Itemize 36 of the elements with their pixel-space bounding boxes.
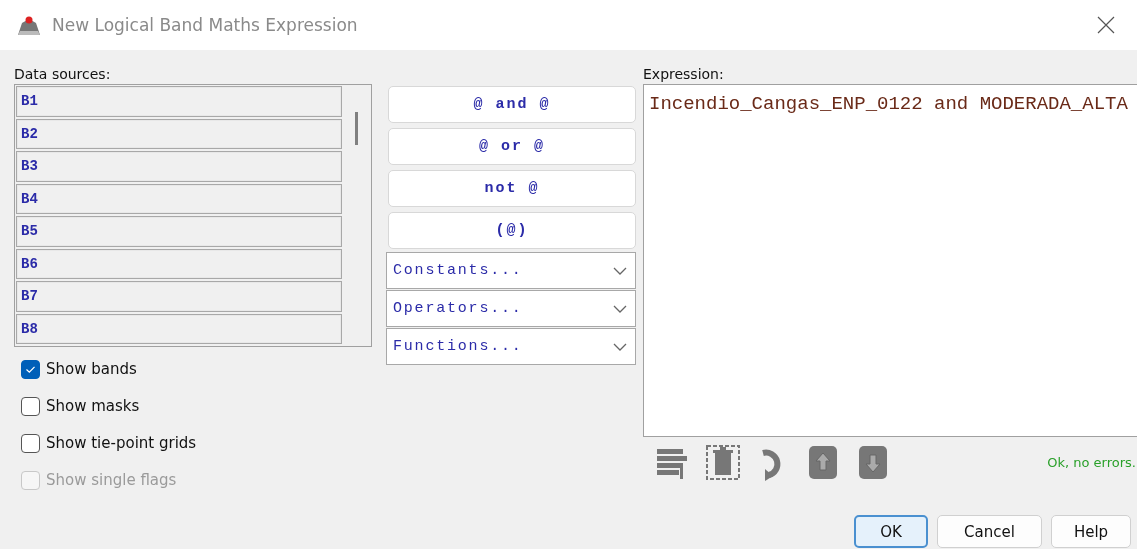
data-sources-label: Data sources: [14, 65, 112, 84]
trash-icon[interactable] [705, 443, 741, 481]
dialog-button[interactable]: Cancel [937, 515, 1042, 548]
band-item[interactable]: B8 [16, 313, 342, 344]
chevron-down-icon [613, 342, 627, 351]
band-item[interactable]: B1 [16, 86, 342, 117]
chevron-down-icon [613, 266, 627, 275]
operator-button[interactable]: @ or @ [388, 128, 636, 165]
dropdown[interactable]: Constants... [386, 252, 636, 289]
checkbox[interactable] [21, 396, 40, 416]
band-item[interactable]: B7 [16, 281, 342, 312]
operator-button[interactable]: (@) [388, 212, 636, 249]
dropdown[interactable]: Functions... [386, 328, 636, 365]
band-item[interactable]: B4 [16, 183, 342, 214]
band-item[interactable]: B5 [16, 216, 342, 247]
checkbox-label: Show bands [46, 360, 137, 378]
window-title: New Logical Band Maths Expression [52, 15, 359, 35]
expression-label: Expression: [643, 65, 725, 84]
operator-button[interactable]: @ and @ [388, 86, 636, 123]
close-icon[interactable] [1097, 16, 1115, 34]
checkbox-label: Show single flags [46, 471, 177, 489]
checkbox-label: Show tie-point grids [46, 434, 197, 452]
operator-button[interactable]: not @ [388, 170, 636, 207]
band-item[interactable]: B3 [16, 151, 342, 182]
checkbox-label: Show masks [46, 397, 140, 415]
dialog-button[interactable]: OK [854, 515, 928, 548]
band-item[interactable]: B6 [16, 248, 342, 279]
chevron-down-icon [613, 304, 627, 313]
expression-field[interactable]: Incendio_Cangas_ENP_0122 and MODERADA_ALTA [643, 84, 1137, 437]
checkbox[interactable] [21, 359, 40, 379]
dropdown[interactable]: Operators... [386, 290, 636, 327]
dialog-button[interactable]: Help [1051, 515, 1131, 548]
scrollbar-thumb[interactable] [355, 112, 358, 145]
band-item[interactable]: B2 [16, 118, 342, 149]
checkbox[interactable] [21, 433, 40, 453]
status-message: Ok, no errors. [1047, 454, 1137, 470]
